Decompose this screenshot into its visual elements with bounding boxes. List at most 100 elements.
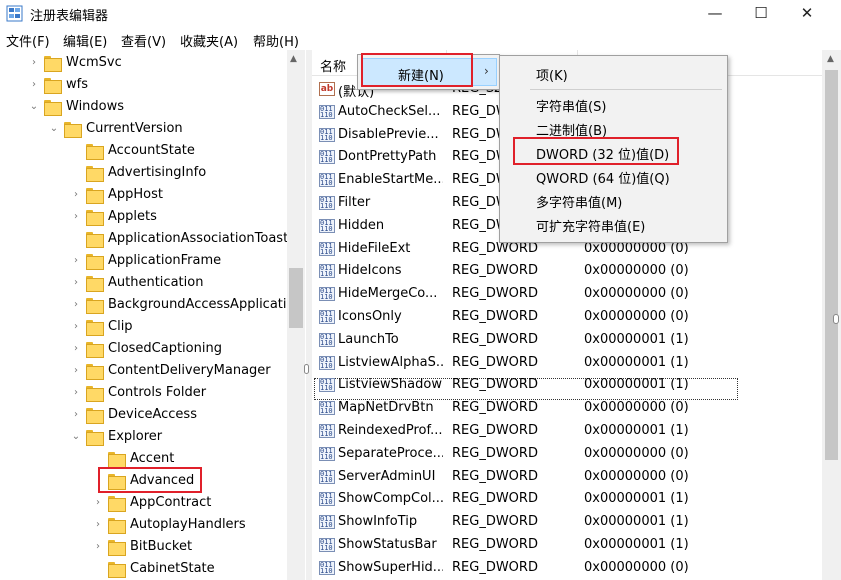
tree-item[interactable]: › AppContract — [0, 492, 287, 514]
tree-item[interactable]: › DeviceAccess — [0, 404, 287, 426]
expand-chevron-icon[interactable]: › — [70, 250, 82, 272]
collapse-chevron-icon[interactable]: ⌄ — [48, 118, 60, 140]
tree-item[interactable]: AccountState — [0, 140, 287, 162]
tree-item-label: CabinetState — [130, 561, 215, 576]
binary-value-icon: 011 110 — [319, 538, 335, 552]
tree-item[interactable]: AdvertisingInfo — [0, 162, 287, 184]
tree-item[interactable]: › BitBucket — [0, 536, 287, 558]
expand-chevron-icon[interactable]: › — [70, 184, 82, 206]
tree-scrollbar[interactable]: ▲ — [287, 50, 305, 580]
expand-chevron-icon[interactable]: › — [92, 514, 104, 536]
tree-item-label: ClosedCaptioning — [108, 341, 222, 356]
submenu-item-key[interactable]: 项(K) — [536, 65, 568, 84]
tree-scrollbar-thumb[interactable] — [289, 268, 303, 328]
tree-item[interactable]: CabinetState — [0, 558, 287, 580]
tree-item[interactable]: › Applets — [0, 206, 287, 228]
submenu-item-qword[interactable]: QWORD (64 位)值(Q) — [536, 168, 670, 187]
string-value-icon: ab — [319, 82, 335, 96]
expand-chevron-icon[interactable]: › — [70, 294, 82, 316]
list-scrollbar-thumb[interactable] — [825, 70, 838, 460]
tree-item[interactable]: ⌄ CurrentVersion — [0, 118, 287, 140]
expand-chevron-icon[interactable]: › — [92, 536, 104, 558]
menu-view[interactable]: 查看(V) — [121, 31, 166, 50]
minimize-button[interactable]: — — [692, 0, 738, 28]
menu-help[interactable]: 帮助(H) — [253, 31, 299, 50]
tree-item[interactable]: › wfs — [0, 74, 287, 96]
column-header-name[interactable]: 名称 — [320, 56, 346, 75]
binary-value-icon: 011 110 — [319, 355, 335, 370]
value-data: 0x00000000 (0) — [584, 400, 689, 416]
table-row[interactable]: 011 110 ShowCompCol... REG_DWORD 0x00000001… — [312, 488, 822, 510]
expand-chevron-icon[interactable]: › — [28, 52, 40, 74]
scroll-up-arrow-icon[interactable]: ▲ — [827, 54, 834, 64]
table-row[interactable]: 011 110 HideIcons REG_DWORD 0x00000000 (0) — [312, 260, 822, 282]
close-button[interactable]: ✕ — [784, 0, 830, 28]
value-name: AutoCheckSel... — [338, 103, 441, 119]
tree-item[interactable]: › AutoplayHandlers — [0, 514, 287, 536]
tree-item[interactable]: › Authentication — [0, 272, 287, 294]
submenu-item-multi-string[interactable]: 多字符串值(M) — [536, 192, 622, 211]
table-row[interactable]: 011 110 ServerAdminUI REG_DWORD 0x00000000 … — [312, 466, 822, 488]
binary-value-icon: 011 110 — [319, 492, 335, 507]
table-row[interactable]: 011 110 IconsOnly REG_DWORD 0x00000000 (0) — [312, 306, 822, 328]
table-row[interactable]: 011 110 ListviewAlphaS... REG_DWORD 0x00000… — [312, 352, 822, 374]
tree-item[interactable]: ApplicationAssociationToast — [0, 228, 288, 250]
tree-item[interactable]: › Clip — [0, 316, 287, 338]
table-row[interactable]: 011 110 ShowStatusBar REG_DWORD 0x00000001 … — [312, 534, 822, 556]
highlight-dword-item — [513, 137, 679, 165]
folder-icon — [44, 56, 62, 72]
value-name: ServerAdminUI — [338, 468, 436, 484]
table-row[interactable]: 011 110 ShowInfoTip REG_DWORD 0x00000001 (1… — [312, 511, 822, 533]
value-name: ListviewAlphaS... — [338, 354, 443, 370]
collapse-chevron-icon[interactable]: ⌄ — [28, 96, 40, 118]
expand-chevron-icon[interactable]: › — [28, 74, 40, 96]
tree-item[interactable]: › BackgroundAccessApplicati — [0, 294, 287, 316]
expand-chevron-icon[interactable]: › — [70, 360, 82, 382]
expand-chevron-icon[interactable]: › — [70, 338, 82, 360]
expand-chevron-icon[interactable]: › — [70, 382, 82, 404]
tree-item-label: AppHost — [108, 187, 163, 202]
expand-chevron-icon[interactable]: › — [92, 492, 104, 514]
value-name: ShowStatusBar — [338, 537, 437, 552]
tree-item[interactable]: › AppHost — [0, 184, 287, 206]
value-data: 0x00000001 (1) — [584, 514, 689, 530]
table-row[interactable]: 011 110 ShowSuperHid... REG_DWORD 0x0000000… — [312, 557, 822, 579]
binary-value-icon: 011 110 — [319, 560, 335, 575]
folder-icon — [86, 144, 104, 160]
tree-item[interactable]: › ContentDeliveryManager — [0, 360, 287, 382]
folder-icon — [64, 122, 82, 138]
tree-item-label: CurrentVersion — [86, 121, 183, 136]
submenu-item-string[interactable]: 字符串值(S) — [536, 96, 606, 115]
submenu-item-expandable-string[interactable]: 可扩充字符串值(E) — [536, 216, 645, 235]
scroll-up-arrow-icon[interactable]: ▲ — [290, 54, 297, 64]
collapse-chevron-icon[interactable]: ⌄ — [70, 426, 82, 448]
maximize-button[interactable]: ☐ — [738, 0, 784, 28]
value-type: REG_DWORD — [452, 286, 538, 302]
key-tree-pane[interactable]: › WcmSvc › wfs ⌄ Windows ⌄ CurrentVersion Accoun… — [0, 50, 306, 580]
expand-chevron-icon[interactable]: › — [70, 206, 82, 228]
value-type: REG_DWORD — [452, 354, 538, 370]
tree-item[interactable]: › WcmSvc — [0, 52, 287, 74]
expand-chevron-icon[interactable]: › — [70, 272, 82, 294]
value-data: 0x00000000 (0) — [584, 286, 689, 302]
menu-favorites[interactable]: 收藏夹(A) — [180, 31, 238, 50]
tree-item[interactable]: ⌄ Windows — [0, 96, 287, 118]
splitter-handle[interactable] — [304, 364, 309, 374]
tree-item[interactable]: ⌄ Explorer — [0, 426, 287, 448]
tree-item[interactable]: › Controls Folder — [0, 382, 287, 404]
table-row[interactable]: 011 110 ListviewShadow REG_DWORD 0x00000001… — [312, 374, 822, 396]
table-row[interactable]: 011 110 LaunchTo REG_DWORD 0x00000001 (1) — [312, 329, 822, 351]
tree-item-label: Explorer — [108, 429, 163, 444]
tree-item[interactable]: › ApplicationFrame — [0, 250, 287, 272]
expand-chevron-icon[interactable]: › — [70, 316, 82, 338]
table-row[interactable]: 011 110 SeparateProce... REG_DWORD 0x000000… — [312, 443, 822, 465]
table-row[interactable]: 011 110 ReindexedProf... REG_DWORD 0x000000… — [312, 420, 822, 442]
menu-edit[interactable]: 编辑(E) — [63, 31, 107, 50]
tree-item[interactable]: › ClosedCaptioning — [0, 338, 287, 360]
table-row[interactable]: 011 110 HideMergeCo... REG_DWORD 0x00000000… — [312, 283, 822, 305]
folder-icon — [86, 210, 104, 226]
table-row[interactable]: 011 110 MapNetDrvBtn REG_DWORD 0x00000000 (… — [312, 397, 822, 419]
binary-value-icon: 011 110 — [319, 264, 335, 279]
expand-chevron-icon[interactable]: › — [70, 404, 82, 426]
menu-file[interactable]: 文件(F) — [6, 31, 50, 50]
